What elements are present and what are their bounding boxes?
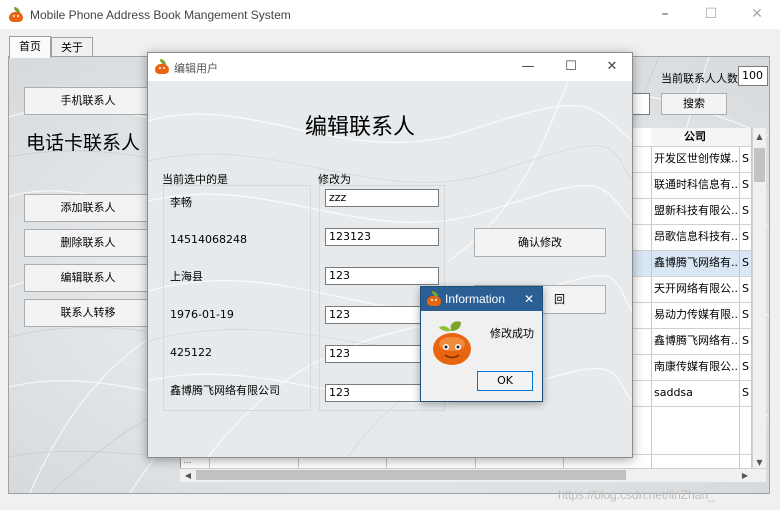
table-cell-company: 联通时科信息有... xyxy=(654,178,738,191)
transfer-contact-button[interactable]: 联系人转移 xyxy=(24,299,152,327)
sim-contacts-heading: 电话卡联系人 xyxy=(26,132,141,154)
contact-count-field[interactable]: 100 xyxy=(738,66,768,86)
table-cell-company: 鑫博腾飞网络有... xyxy=(654,334,738,347)
current-company-value: 鑫博腾飞网络有限公司 xyxy=(170,384,280,397)
dialog-app-icon xyxy=(154,59,170,75)
add-contact-button[interactable]: 添加联系人 xyxy=(24,194,152,222)
watermark-text: https://blog.csdn.net/linZhan_ xyxy=(558,488,715,502)
table-cell-company: 昂歌信息科技有... xyxy=(654,230,738,243)
current-phone-value: 14514068248 xyxy=(170,233,247,246)
minimize-icon[interactable]: – xyxy=(642,0,688,29)
current-name-value: 李畅 xyxy=(170,196,192,209)
edit-dialog-titlebar[interactable]: 编辑用户 — ☐ ✕ xyxy=(148,53,632,81)
new-phone-input[interactable]: 123123 xyxy=(325,228,439,246)
table-cell-next: S xyxy=(742,360,749,373)
table-cell-company: saddsa xyxy=(654,386,693,399)
edit-contact-button[interactable]: 编辑联系人 xyxy=(24,264,152,292)
edit-dialog-title: 编辑用户 xyxy=(174,62,218,75)
table-cell-company: 天开网络有限公... xyxy=(654,282,738,295)
tab-about[interactable]: 关于 xyxy=(51,37,93,58)
scroll-left-icon[interactable]: ◀ xyxy=(181,469,195,482)
maximize-icon[interactable]: ☐ xyxy=(688,0,734,29)
table-cell-next: S xyxy=(742,256,749,269)
ok-button[interactable]: OK xyxy=(477,371,533,391)
scroll-down-icon[interactable]: ▼ xyxy=(753,458,766,468)
table-cell-next: S xyxy=(742,152,749,165)
table-cell-company: 易动力传媒有限... xyxy=(654,308,738,321)
phone-contacts-button[interactable]: 手机联系人 xyxy=(24,87,152,115)
main-window-title: Mobile Phone Address Book Mangement Syst… xyxy=(30,8,291,22)
table-cell-company: 开发区世创传媒... xyxy=(654,152,738,165)
table-cell-company: 南康传媒有限公... xyxy=(654,360,738,373)
current-address-value: 上海县 xyxy=(170,270,203,283)
confirm-edit-button[interactable]: 确认修改 xyxy=(474,228,606,257)
contact-count-label: 当前联系人人数 xyxy=(661,72,738,85)
edit-user-dialog: 编辑用户 — ☐ ✕ 编辑联系人 当前选中的是 修改为 李畅 145140682… xyxy=(147,52,633,458)
mascot-icon xyxy=(433,321,471,365)
table-cell-next: S xyxy=(742,334,749,347)
table-cell-next: S xyxy=(742,386,749,399)
tab-home[interactable]: 首页 xyxy=(9,36,51,58)
horizontal-scroll-thumb[interactable] xyxy=(196,470,626,480)
table-cell-next: S xyxy=(742,282,749,295)
dialog-maximize-icon[interactable]: ☐ xyxy=(551,53,591,81)
table-cell-next: S xyxy=(742,178,749,191)
table-cell-next: S xyxy=(742,204,749,217)
new-address-input[interactable]: 123 xyxy=(325,267,439,285)
information-titlebar[interactable]: Information ✕ xyxy=(421,287,542,311)
table-cell-next: S xyxy=(742,230,749,243)
edit-contact-heading: 编辑联系人 xyxy=(305,115,416,140)
app-icon xyxy=(8,7,24,23)
close-icon[interactable]: ✕ xyxy=(734,0,780,29)
dialog-close-icon[interactable]: ✕ xyxy=(592,53,632,81)
success-message: 修改成功 xyxy=(490,327,534,340)
column-header-company[interactable]: 公司 xyxy=(651,128,739,147)
information-popup: Information ✕ 修改成功 OK xyxy=(420,286,543,402)
current-postcode-value: 425122 xyxy=(170,346,212,359)
current-birthday-value: 1976-01-19 xyxy=(170,308,234,321)
column-header-next[interactable] xyxy=(739,128,751,147)
scroll-right-icon[interactable]: ▶ xyxy=(738,469,752,482)
vertical-scroll-thumb[interactable] xyxy=(754,148,765,182)
delete-contact-button[interactable]: 删除联系人 xyxy=(24,229,152,257)
search-button[interactable]: 搜索 xyxy=(661,93,727,115)
new-name-input[interactable]: zzz xyxy=(325,189,439,207)
table-cell-next: S xyxy=(742,308,749,321)
dialog-minimize-icon[interactable]: — xyxy=(508,53,548,81)
current-values-panel xyxy=(163,185,311,411)
main-titlebar[interactable]: Mobile Phone Address Book Mangement Syst… xyxy=(0,0,780,29)
information-title: Information xyxy=(445,292,506,306)
table-cell-company: 鑫博腾飞网络有... xyxy=(654,256,738,269)
popup-close-icon[interactable]: ✕ xyxy=(521,290,537,308)
popup-app-icon xyxy=(426,291,442,307)
table-cell-company: 盟新科技有限公... xyxy=(654,204,738,217)
scroll-up-icon[interactable]: ▲ xyxy=(753,130,766,144)
